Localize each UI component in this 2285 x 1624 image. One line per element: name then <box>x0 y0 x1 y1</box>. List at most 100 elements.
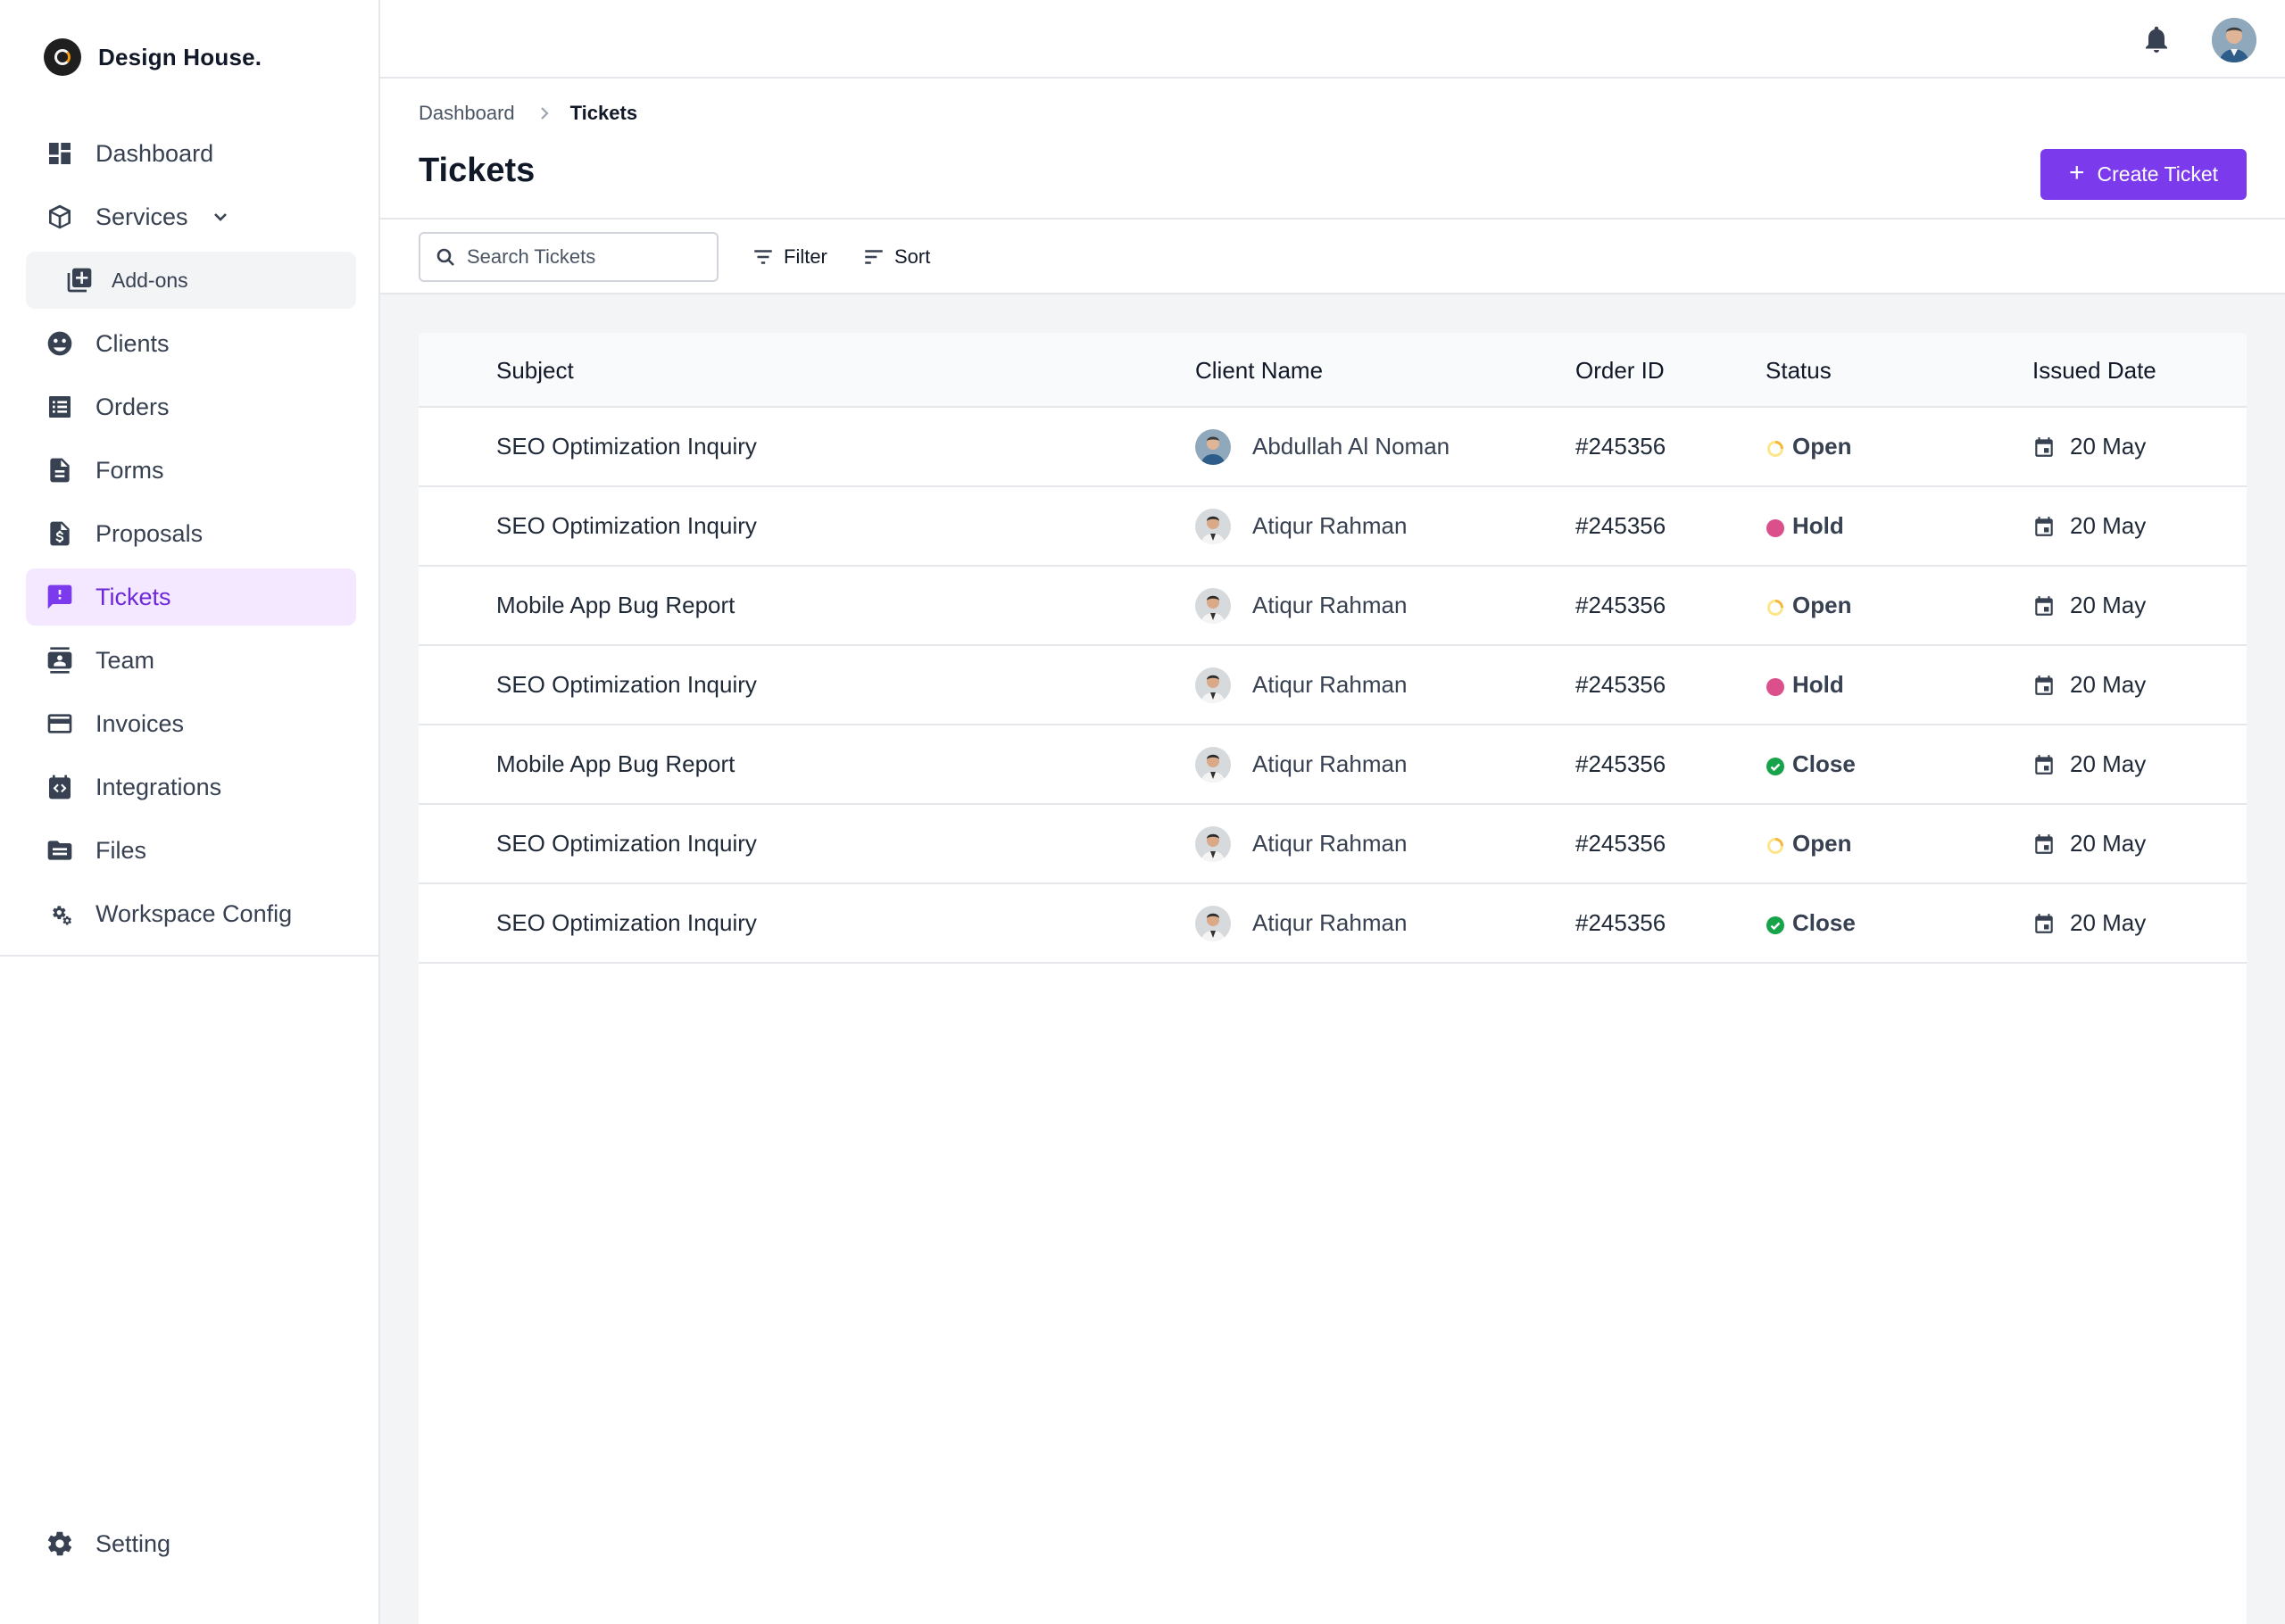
column-header-client[interactable]: Client Name <box>1195 333 1323 408</box>
sidebar-item-setting[interactable]: Setting <box>26 1515 356 1572</box>
table-header: Subject Client Name Order ID Status Issu… <box>419 333 2247 408</box>
cell-status: Hold <box>1766 487 1844 565</box>
sidebar-item-label: Orders <box>96 393 170 420</box>
cell-status: Hold <box>1766 646 1844 724</box>
sidebar-item-workspace-config[interactable]: Workspace Config <box>26 885 356 942</box>
cell-subject[interactable]: Mobile App Bug Report <box>496 567 735 644</box>
cell-issued-date: 20 May <box>2032 408 2146 485</box>
calendar-icon <box>2032 674 2056 697</box>
client-avatar <box>1195 508 1231 544</box>
client-name: Atiqur Rahman <box>1252 671 1408 698</box>
sidebar-item-orders[interactable]: Orders <box>26 378 356 435</box>
status-close-icon <box>1766 914 1785 934</box>
sidebar-item-services[interactable]: Services <box>26 188 356 245</box>
create-ticket-button[interactable]: + Create Ticket <box>2040 149 2247 200</box>
bell-icon[interactable] <box>2140 23 2173 55</box>
status-badge: Open <box>1792 433 1852 460</box>
calendar-icon <box>2032 594 2056 617</box>
order-id-text: #245356 <box>1575 433 1666 460</box>
order-id-text: #245356 <box>1575 750 1666 777</box>
sidebar-item-integrations[interactable]: Integrations <box>26 758 356 816</box>
search-icon <box>436 248 454 266</box>
subject-text: SEO Optimization Inquiry <box>496 909 757 936</box>
sidebar-item-invoices[interactable]: Invoices <box>26 695 356 752</box>
order-id-text: #245356 <box>1575 512 1666 539</box>
integration-icon <box>46 773 74 801</box>
breadcrumb-dashboard-link[interactable]: Dashboard <box>419 102 515 125</box>
sidebar-item-files[interactable]: Files <box>26 822 356 879</box>
sidebar-item-proposals[interactable]: Proposals <box>26 505 356 562</box>
calendar-icon <box>2032 912 2056 935</box>
brand-logo-icon <box>44 38 81 76</box>
document-icon <box>46 456 74 485</box>
client-name: Atiqur Rahman <box>1252 512 1408 539</box>
cell-issued-date: 20 May <box>2032 884 2146 962</box>
column-header-status[interactable]: Status <box>1766 333 1832 408</box>
client-name: Atiqur Rahman <box>1252 909 1408 936</box>
sidebar-item-label: Files <box>96 836 147 864</box>
search-input[interactable] <box>467 245 708 269</box>
cell-issued-date: 20 May <box>2032 567 2146 644</box>
add-box-icon <box>65 266 94 294</box>
search-box[interactable] <box>419 232 719 282</box>
sort-button[interactable]: Sort <box>862 243 930 271</box>
status-badge: Close <box>1792 750 1856 777</box>
cell-client: Atiqur Rahman <box>1195 725 1407 803</box>
cell-issued-date: 20 May <box>2032 805 2146 882</box>
client-avatar <box>1195 587 1231 624</box>
sidebar-item-forms[interactable]: Forms <box>26 442 356 499</box>
cell-subject[interactable]: SEO Optimization Inquiry <box>496 646 757 724</box>
cell-order-id: #245356 <box>1575 487 1666 565</box>
plus-icon: + <box>2068 158 2085 187</box>
gear-icon <box>46 1529 74 1558</box>
column-header-date[interactable]: Issued Date <box>2032 333 2156 408</box>
cell-client: Atiqur Rahman <box>1195 646 1407 724</box>
cell-client: Atiqur Rahman <box>1195 805 1407 882</box>
subject-text: SEO Optimization Inquiry <box>496 671 757 698</box>
sidebar-item-team[interactable]: Team <box>26 632 356 689</box>
sidebar-item-label: Add-ons <box>112 268 188 292</box>
column-header-order[interactable]: Order ID <box>1575 333 1665 408</box>
status-open-icon <box>1766 437 1785 457</box>
sidebar-item-label: Forms <box>96 456 164 484</box>
user-avatar[interactable] <box>2212 18 2256 62</box>
table-row[interactable]: SEO Optimization Inquiry Atiqur Rahman #24… <box>419 805 2247 884</box>
sidebar-item-tickets[interactable]: Tickets <box>26 568 356 626</box>
cell-subject[interactable]: SEO Optimization Inquiry <box>496 805 757 882</box>
sidebar-item-addons[interactable]: Add-ons <box>26 252 356 309</box>
sidebar-item-dashboard[interactable]: Dashboard <box>26 125 356 182</box>
table-row[interactable]: SEO Optimization Inquiry Abdullah Al Noma… <box>419 408 2247 487</box>
column-header-subject[interactable]: Subject <box>496 333 574 408</box>
sidebar-bottom: Setting <box>26 1515 356 1578</box>
chevron-down-icon[interactable] <box>210 206 231 228</box>
cell-order-id: #245356 <box>1575 884 1666 962</box>
table-row[interactable]: Mobile App Bug Report Atiqur Rahman #24535… <box>419 567 2247 646</box>
table-row[interactable]: SEO Optimization Inquiry Atiqur Rahman #24… <box>419 487 2247 567</box>
filter-button[interactable]: Filter <box>752 243 827 271</box>
cell-order-id: #245356 <box>1575 567 1666 644</box>
subject-text: Mobile App Bug Report <box>496 750 735 777</box>
cell-status: Open <box>1766 408 1851 485</box>
cell-subject[interactable]: SEO Optimization Inquiry <box>496 408 757 485</box>
cell-status: Close <box>1766 884 1856 962</box>
cell-subject[interactable]: SEO Optimization Inquiry <box>496 487 757 565</box>
client-name: Atiqur Rahman <box>1252 592 1408 618</box>
card-icon <box>46 709 74 738</box>
package-icon <box>46 203 74 231</box>
status-close-icon <box>1766 755 1785 775</box>
cell-client: Abdullah Al Noman <box>1195 408 1450 485</box>
dashboard-icon <box>46 139 74 168</box>
table-row[interactable]: SEO Optimization Inquiry Atiqur Rahman #24… <box>419 884 2247 964</box>
cell-status: Open <box>1766 805 1851 882</box>
brand[interactable]: Design House. <box>44 37 262 77</box>
client-name: Atiqur Rahman <box>1252 750 1408 777</box>
table-row[interactable]: Mobile App Bug Report Atiqur Rahman #24535… <box>419 725 2247 805</box>
cell-subject[interactable]: SEO Optimization Inquiry <box>496 884 757 962</box>
cell-issued-date: 20 May <box>2032 646 2146 724</box>
sidebar-item-label: Setting <box>96 1529 171 1557</box>
sidebar-item-clients[interactable]: Clients <box>26 315 356 372</box>
sidebar-item-label: Clients <box>96 329 170 357</box>
table-row[interactable]: SEO Optimization Inquiry Atiqur Rahman #24… <box>419 646 2247 725</box>
client-avatar <box>1195 825 1231 862</box>
cell-subject[interactable]: Mobile App Bug Report <box>496 725 735 803</box>
